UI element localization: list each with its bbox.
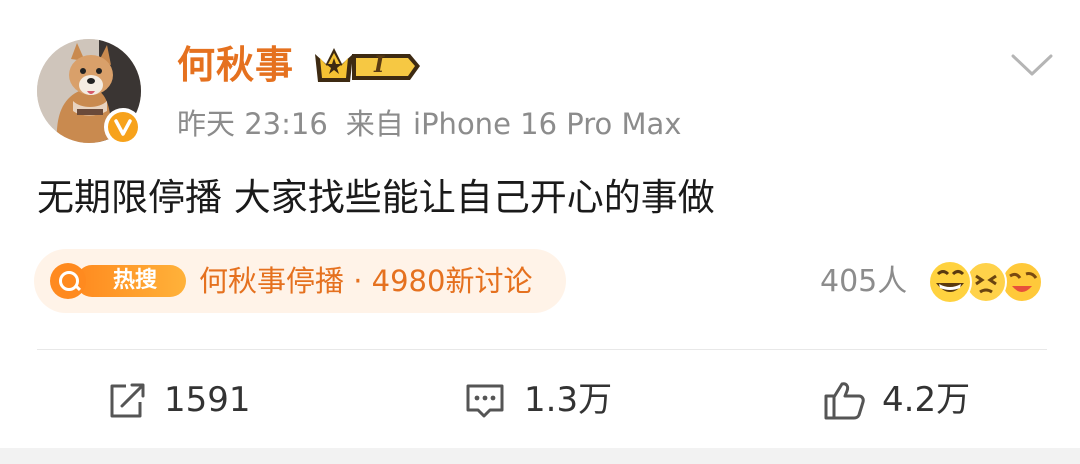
- post-meta: 昨天 23:16 来自 iPhone 16 Pro Max: [177, 104, 699, 144]
- hot-search-icon: 热搜: [50, 263, 186, 299]
- reaction-emojis[interactable]: [922, 258, 1052, 306]
- post-source: 来自 iPhone 16 Pro Max: [345, 107, 682, 141]
- hot-search-topic-link[interactable]: 热搜 何秋事停播 · 4980新讨论: [34, 249, 566, 313]
- weibo-post-card: 何秋事 I 昨天 23:16 来自 iPhone 16 Pro Max 无期限停播…: [0, 0, 1080, 448]
- divider: [37, 349, 1047, 350]
- thumbs-up-icon: [824, 382, 865, 420]
- post-text: 无期限停播 大家找些能让自己开心的事做: [37, 176, 715, 219]
- laugh-cry-emoji-icon: [1001, 261, 1043, 303]
- vip-crown-badge-icon[interactable]: [312, 44, 424, 88]
- grin-emoji-icon: [928, 260, 972, 304]
- like-button[interactable]: 4.2万: [822, 370, 992, 430]
- like-count: 4.2万: [882, 380, 971, 420]
- feed-separator: [0, 448, 1080, 464]
- verified-badge-icon: [104, 108, 142, 146]
- comment-count: 1.3万: [524, 380, 613, 420]
- reaction-count[interactable]: 405人: [820, 262, 907, 302]
- post-timestamp: 昨天 23:16: [177, 107, 328, 141]
- repost-icon: [110, 383, 145, 418]
- comment-button[interactable]: 1.3万: [464, 370, 624, 430]
- repost-count: 1591: [164, 380, 251, 420]
- author-name[interactable]: 何秋事: [177, 40, 294, 90]
- hot-search-tag: 热搜: [76, 265, 186, 297]
- vip-level: I: [374, 52, 385, 78]
- comment-icon: [466, 384, 504, 418]
- chevron-down-icon[interactable]: [1010, 52, 1054, 80]
- hot-search-topic: 何秋事停播 · 4980新讨论: [199, 264, 533, 298]
- repost-button[interactable]: 1591: [106, 370, 266, 430]
